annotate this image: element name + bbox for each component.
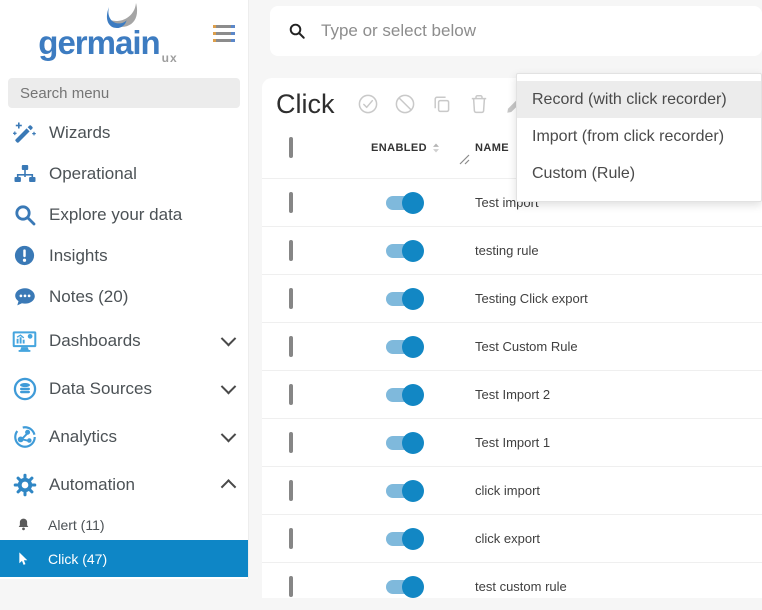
select-all-checkbox[interactable] <box>289 137 293 158</box>
sitemap-icon <box>11 160 38 187</box>
row-name[interactable]: Test Custom Rule <box>475 339 578 354</box>
chevron-down-icon <box>220 426 237 442</box>
top-search-bar <box>270 6 762 56</box>
brand-suffix: ux <box>161 51 178 65</box>
copy-icon[interactable] <box>431 93 453 115</box>
table-row: testing rule <box>262 226 762 274</box>
share-nodes-icon <box>11 424 38 451</box>
row-checkbox[interactable] <box>289 335 293 357</box>
row-name[interactable]: testing rule <box>475 243 539 258</box>
row-name[interactable]: click export <box>475 531 540 546</box>
column-resize-handle-icon[interactable] <box>458 152 470 170</box>
sidebar-item-label: Operational <box>49 163 137 183</box>
sidebar-item-wizards[interactable]: Wizards <box>0 112 248 153</box>
ban-icon[interactable] <box>394 93 416 115</box>
sidebar-nav: Wizards Operational Explore your data In… <box>0 112 248 577</box>
row-name[interactable]: test custom rule <box>475 579 567 594</box>
row-checkbox[interactable] <box>289 383 293 405</box>
sidebar-item-insights[interactable]: Insights <box>0 235 248 276</box>
column-header-name[interactable]: NAME <box>475 142 509 154</box>
check-circle-icon[interactable] <box>357 93 379 115</box>
table-row: test custom rule <box>262 562 762 610</box>
magic-wand-icon <box>11 119 38 146</box>
row-checkbox[interactable] <box>289 191 293 213</box>
sidebar-item-label: Analytics <box>49 427 118 446</box>
search-icon <box>289 23 305 39</box>
database-icon <box>11 376 38 403</box>
menu-item[interactable]: Custom (Rule) <box>517 155 761 192</box>
sidebar-search-input[interactable] <box>8 78 240 108</box>
enabled-toggle[interactable] <box>386 383 426 406</box>
row-name[interactable]: Test Import 1 <box>475 435 550 450</box>
comment-icon <box>11 283 38 310</box>
brand-logo: germain ux <box>18 2 198 64</box>
hamburger-menu-icon[interactable] <box>213 25 235 46</box>
dropdown-menu: Record (with click recorder) Import (from… <box>516 73 762 202</box>
sidebar-item-label: Dashboards <box>49 331 141 350</box>
row-checkbox[interactable] <box>289 479 293 501</box>
row-checkbox[interactable] <box>289 431 293 453</box>
chevron-up-icon <box>220 478 237 495</box>
enabled-toggle[interactable] <box>386 431 426 454</box>
sidebar-search <box>8 78 240 108</box>
sidebar-item-operational[interactable]: Operational <box>0 153 248 194</box>
sidebar-item-label: Click (47) <box>48 550 108 567</box>
alert-circle-icon <box>11 242 38 269</box>
alert-bell-icon <box>13 517 33 532</box>
row-name[interactable]: Test Import 2 <box>475 387 550 402</box>
enabled-toggle[interactable] <box>386 335 426 358</box>
gear-icon <box>11 472 38 499</box>
sort-icon[interactable] <box>431 141 441 155</box>
sidebar-item-automation[interactable]: Automation <box>0 461 248 509</box>
sidebar-item-label: Alert (11) <box>48 516 105 533</box>
sidebar-item-label: Insights <box>49 245 108 265</box>
sidebar-item-dashboards[interactable]: Dashboards <box>0 317 248 365</box>
table-row: Test Import 2 <box>262 370 762 418</box>
chevron-down-icon <box>220 330 237 346</box>
column-header-enabled[interactable]: ENABLED <box>371 142 427 154</box>
sidebar: germainux Wizards Operational Explore yo… <box>0 0 249 579</box>
table-row: Test Import 1 <box>262 418 762 466</box>
enabled-toggle[interactable] <box>386 191 426 214</box>
enabled-toggle[interactable] <box>386 287 426 310</box>
sidebar-item-data-sources[interactable]: Data Sources <box>0 365 248 413</box>
trash-icon[interactable] <box>468 93 490 115</box>
sidebar-item-alert[interactable]: Alert (11) <box>0 509 248 540</box>
sidebar-item-explore[interactable]: Explore your data <box>0 194 248 235</box>
menu-item[interactable]: Import (from click recorder) <box>517 118 761 155</box>
sidebar-item-label: Automation <box>49 475 135 494</box>
sidebar-item-label: Explore your data <box>49 204 183 224</box>
table-row: Testing Click export <box>262 274 762 322</box>
table-body: Test import testing rule Testing Click e… <box>262 178 762 610</box>
page-title: Click <box>276 88 335 119</box>
logo-row: germain ux <box>0 0 248 72</box>
cursor-icon <box>13 551 33 567</box>
enabled-toggle[interactable] <box>386 527 426 550</box>
top-search-input[interactable] <box>319 20 762 42</box>
table-row: click export <box>262 514 762 562</box>
search-icon <box>11 201 38 228</box>
row-name[interactable]: click import <box>475 483 540 498</box>
row-checkbox[interactable] <box>289 527 293 549</box>
logo-swoosh-icon <box>106 2 138 29</box>
sidebar-item-analytics[interactable]: Analytics <box>0 413 248 461</box>
sidebar-item-notes[interactable]: Notes (20) <box>0 276 248 317</box>
menu-item[interactable]: Record (with click recorder) <box>517 81 761 118</box>
sidebar-item-label: Notes (20) <box>49 286 129 306</box>
enabled-toggle[interactable] <box>386 239 426 262</box>
chevron-down-icon <box>220 378 237 394</box>
row-name[interactable]: Testing Click export <box>475 291 588 306</box>
sidebar-item-click[interactable]: Click (47) <box>0 540 248 577</box>
row-checkbox[interactable] <box>289 287 293 309</box>
sidebar-item-label: Data Sources <box>49 379 152 398</box>
row-checkbox[interactable] <box>289 239 293 261</box>
dashboard-icon <box>11 328 38 355</box>
table-row: Test Custom Rule <box>262 322 762 370</box>
table-row: click import <box>262 466 762 514</box>
enabled-toggle[interactable] <box>386 479 426 502</box>
sidebar-item-label: Wizards <box>49 122 111 142</box>
